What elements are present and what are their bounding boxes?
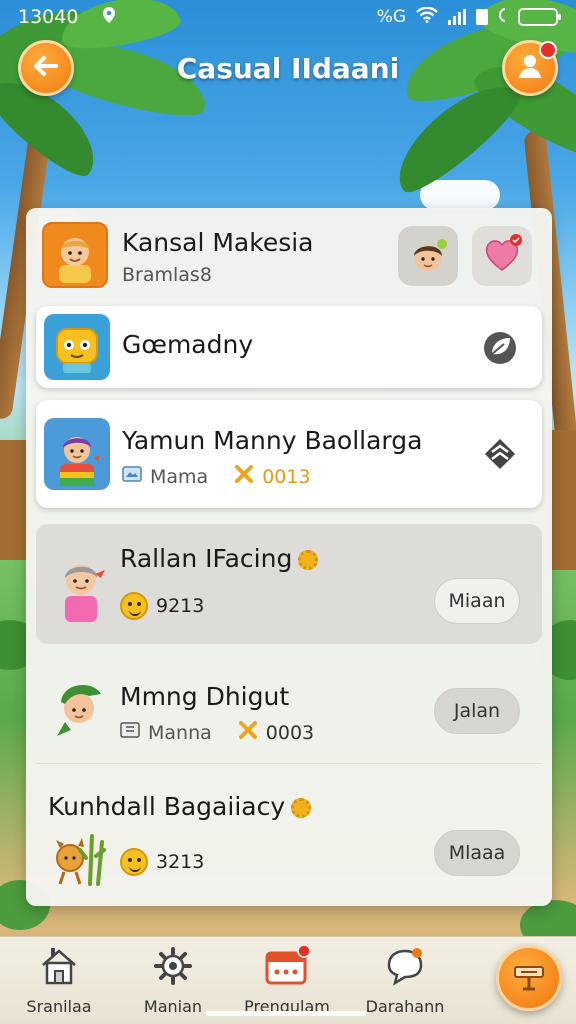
alarm-icon	[498, 7, 508, 28]
home-indicator	[206, 1011, 366, 1016]
network-type: %G	[376, 7, 406, 27]
page-title: Casual IIdaani	[176, 51, 400, 85]
card-icon	[120, 721, 140, 744]
nav-label: Darahann	[365, 997, 445, 1016]
list-item[interactable]: Mmng Dhigut Manna 0003 Jalan	[36, 656, 542, 764]
player-name: Kansal Makesia	[122, 228, 314, 257]
nav-label: Manian	[143, 997, 203, 1016]
like-button[interactable]	[472, 226, 532, 286]
wifi-icon	[416, 6, 438, 28]
score-value: 9213	[156, 595, 205, 617]
player-list-panel: Kansal Makesia Bramlas8 Gœmadny Yamun Ma…	[26, 208, 552, 906]
nav-label: Sranilaa	[26, 997, 92, 1016]
crossed-swords-icon	[238, 720, 258, 745]
nav-item-settings[interactable]: Manian	[118, 945, 228, 1016]
player-score: 9213	[120, 592, 204, 620]
avatar	[42, 222, 108, 288]
friend-avatar[interactable]	[398, 226, 458, 286]
nav-item-events[interactable]: Prengulam	[232, 944, 342, 1016]
player-name: Mmng Dhigut	[120, 682, 290, 711]
sign-icon	[511, 961, 547, 995]
player-stats: Manna 0003	[120, 720, 314, 745]
action-button[interactable]: Jalan	[434, 688, 520, 734]
player-stats: Mama 0013	[122, 464, 311, 489]
status-time: 13040	[18, 6, 79, 28]
back-button[interactable]	[18, 40, 74, 96]
chat-icon	[383, 945, 427, 991]
list-item[interactable]: Yamun Manny Baollarga Mama 0013	[36, 400, 542, 508]
badge-icon	[298, 550, 319, 570]
user-icon	[516, 52, 544, 84]
bottom-navigation: Sranilaa Manian Prengulam Darahann	[0, 936, 576, 1024]
score-value: 3213	[156, 851, 205, 873]
smiley-icon	[120, 592, 148, 620]
player-name: Kunhdall Bagaiiacy	[48, 792, 312, 821]
list-item[interactable]: Rallan IFacing 9213 Miaan	[36, 524, 542, 644]
stat-value: 0013	[262, 465, 311, 488]
leaf-icon[interactable]	[480, 328, 520, 368]
avatar	[46, 670, 116, 740]
house-icon	[38, 945, 80, 991]
location-icon	[100, 6, 118, 29]
list-item[interactable]: Kansal Makesia Bramlas8	[36, 216, 542, 296]
nav-item-chat[interactable]: Darahann	[350, 945, 460, 1016]
crossed-swords-icon	[234, 464, 254, 489]
gear-icon	[152, 945, 194, 991]
stat-label: Manna	[148, 721, 212, 744]
status-bar: 13040 %G	[0, 0, 576, 34]
stat-value: 0003	[265, 721, 315, 744]
heart-icon	[480, 234, 524, 278]
player-name: Rallan IFacing	[120, 544, 319, 573]
avatar	[48, 826, 114, 888]
badge-icon	[291, 798, 312, 818]
action-button[interactable]: Mlaaa	[434, 830, 520, 876]
send-icon[interactable]	[480, 434, 520, 474]
avatar	[44, 314, 110, 380]
stat-label: Mama	[150, 465, 209, 488]
avatar	[44, 418, 110, 490]
signal-icon	[448, 9, 466, 25]
calendar-icon	[264, 944, 311, 991]
player-name: Yamun Manny Baollarga	[122, 426, 423, 455]
list-item[interactable]: Gœmadny	[36, 306, 542, 388]
list-item[interactable]: Kunhdall Bagaiiacy 3213 Mlaaa	[36, 776, 542, 894]
nav-item-home[interactable]: Sranilaa	[4, 945, 114, 1016]
player-subtitle: Bramlas8	[122, 264, 212, 286]
player-score: 3213	[120, 848, 204, 876]
add-friend-button[interactable]	[496, 945, 562, 1011]
action-button[interactable]: Miaan	[434, 578, 520, 624]
battery-icon	[518, 8, 561, 26]
smiley-icon	[120, 848, 148, 876]
notification-badge	[539, 41, 557, 59]
player-name: Gœmadny	[122, 330, 254, 359]
app-header: Casual IIdaani	[0, 38, 576, 98]
sim-icon	[476, 9, 488, 25]
arrow-left-icon	[33, 55, 59, 81]
profile-button[interactable]	[502, 40, 558, 96]
card-icon	[122, 465, 142, 488]
avatar	[46, 546, 116, 624]
